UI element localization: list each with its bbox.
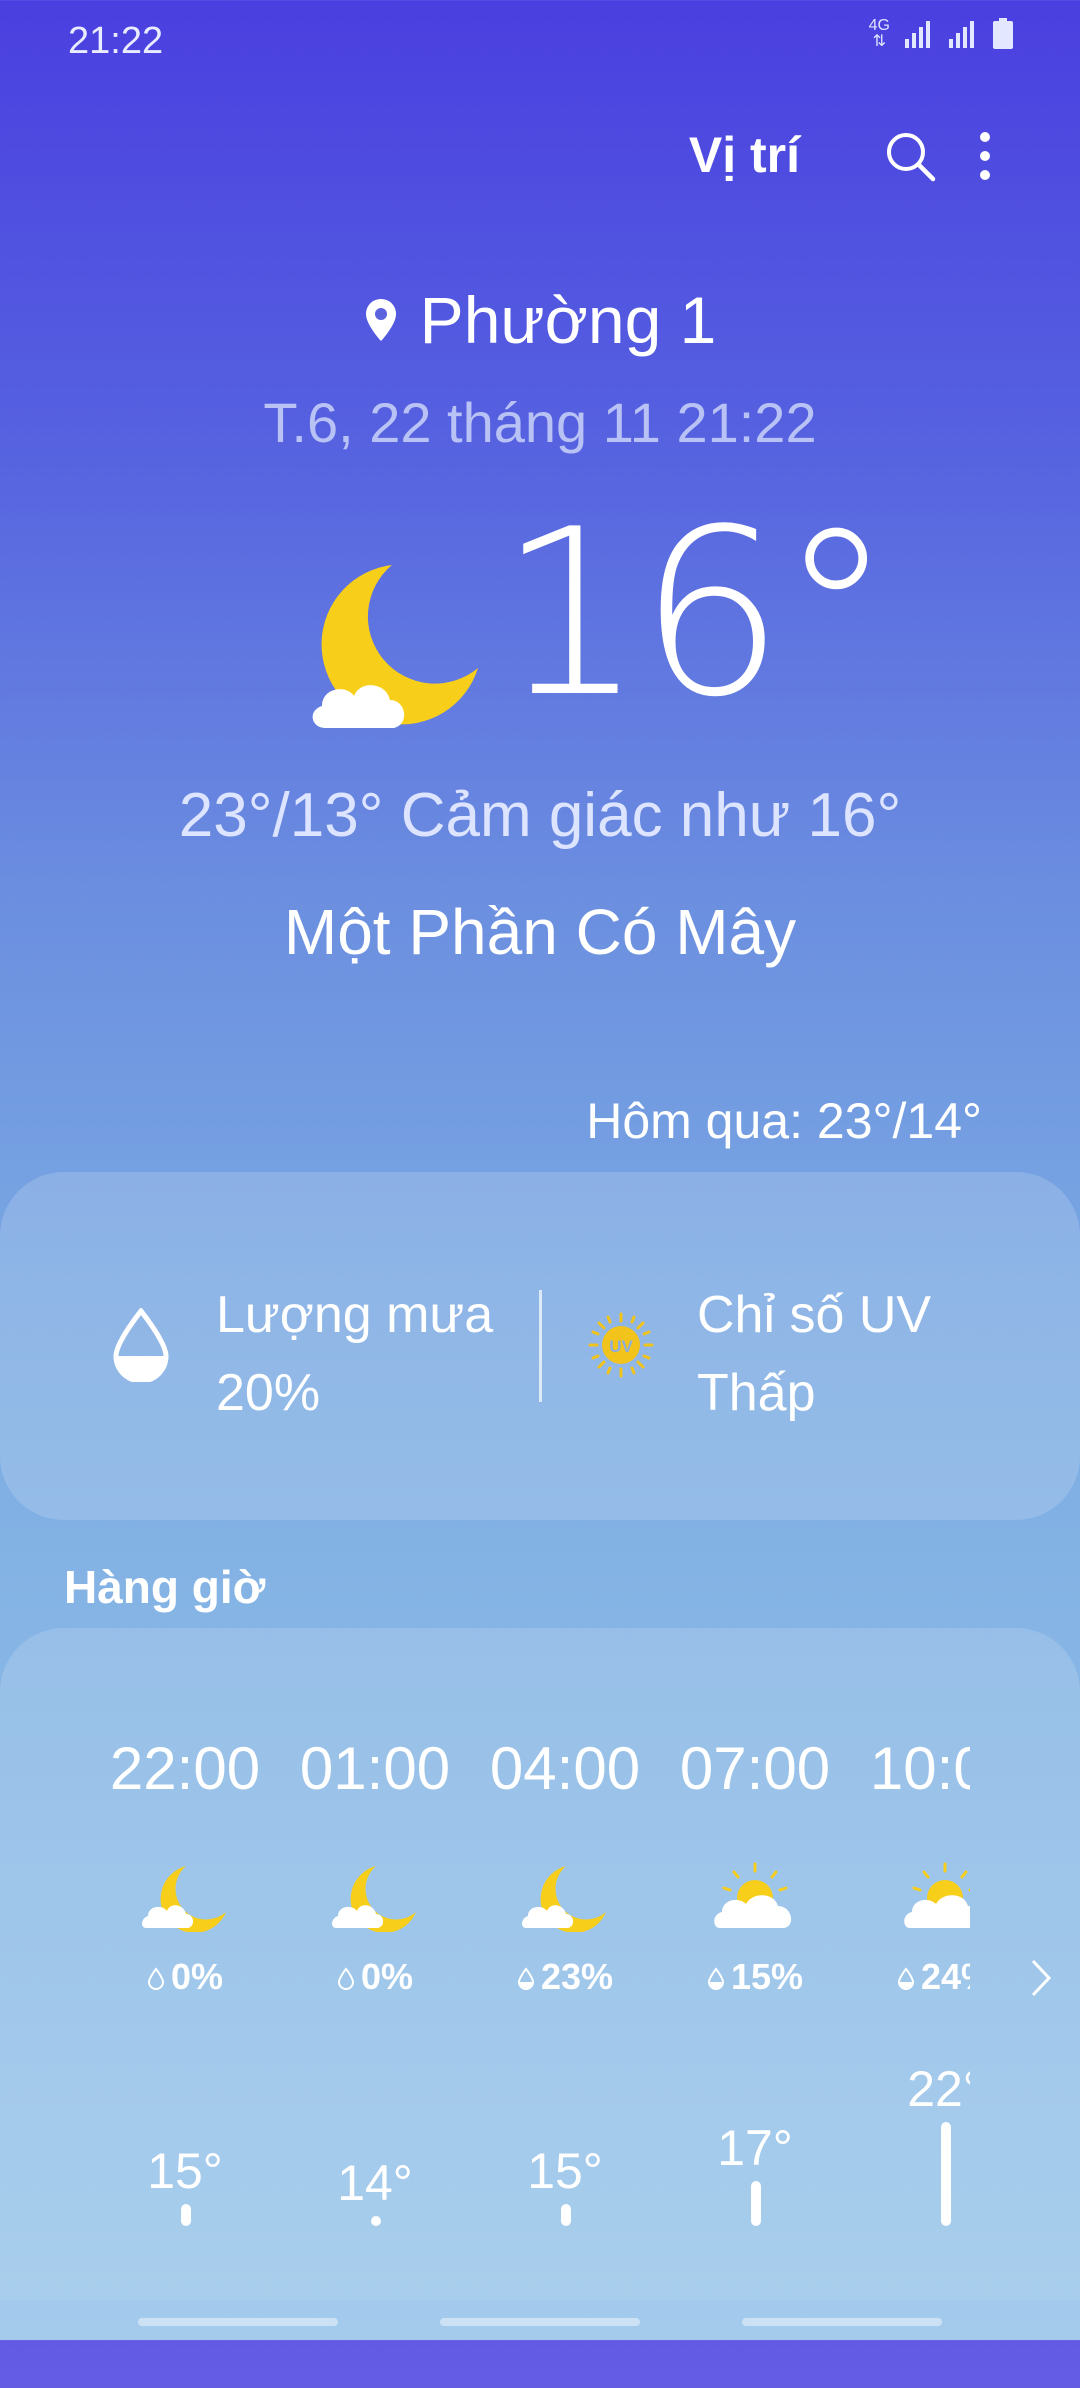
weather-condition: Một Phần Có Mây	[283, 896, 797, 968]
uv-label: Chỉ số UV	[697, 1286, 932, 1344]
temperature-bar	[751, 2180, 761, 2226]
hour-temperature: 22°	[907, 2061, 970, 2117]
raindrop-icon	[113, 1308, 169, 1382]
date-time: T.6, 22 tháng 11 21:22	[263, 391, 817, 454]
hour-item[interactable]: 07:00 15% 17°	[660, 1628, 850, 2340]
temperature-range: 23°/13° Cảm giác như 16°	[178, 781, 902, 850]
uv-icon: UV	[588, 1312, 654, 1378]
signal-icon-2	[949, 21, 974, 48]
hour-item[interactable]: 22:00 0% 15°	[90, 1628, 280, 2340]
hour-temperature: 14°	[337, 2155, 413, 2211]
hour-precipitation-value: 24%	[920, 1956, 970, 1997]
raindrop-icon	[517, 1967, 534, 1990]
place-name: Phường 1	[419, 283, 717, 357]
hour-item[interactable]: 01:00 0% 14°	[280, 1628, 470, 2340]
current-weather: 16°	[300, 481, 894, 750]
temperature-bar	[181, 2204, 191, 2226]
raindrop-icon	[147, 1967, 164, 1990]
uv-info: Chỉ số UV Thấp	[697, 1276, 931, 1432]
hourly-list[interactable]: 22:00 0% 15° 01:00 0% 14° 04:00 23% 15° 07:00 15% 1…	[90, 1628, 970, 2340]
raindrop-icon	[897, 1967, 914, 1990]
search-icon[interactable]	[882, 128, 938, 184]
hour-temperature: 17°	[717, 2119, 793, 2176]
status-time: 21:22	[68, 20, 164, 62]
nav-handle-left[interactable]	[138, 2318, 338, 2326]
hour-precipitation: 24%	[850, 1956, 970, 1998]
current-temperature: 16°	[498, 481, 894, 748]
battery-icon	[993, 18, 1013, 49]
hour-item[interactable]: 10:00 24% 22°	[850, 1628, 970, 2340]
signal-icon	[905, 21, 930, 48]
hour-temperature: 15°	[527, 2143, 603, 2200]
hour-precipitation: 15%	[660, 1956, 850, 1998]
uv-badge-text: UV	[609, 1337, 633, 1356]
temperature-bar	[561, 2204, 571, 2226]
hour-time: 04:00	[489, 1735, 641, 1802]
location-pin-icon	[365, 299, 396, 341]
details-divider	[539, 1290, 542, 1402]
hourly-title: Hàng giờ	[64, 1561, 266, 1613]
sun-cloud-icon	[902, 1862, 970, 1937]
hour-precipitation: 0%	[280, 1956, 470, 1998]
hour-precipitation-value: 15%	[730, 1956, 804, 1997]
hour-time: 22:00	[109, 1735, 261, 1802]
status-icons: 4G ⇅	[869, 18, 1014, 50]
precipitation-value: 20%	[216, 1364, 321, 1422]
precipitation-label: Lượng mưa	[216, 1286, 494, 1344]
hour-item[interactable]: 04:00 23% 15°	[470, 1628, 660, 2340]
moon-cloud-icon	[312, 565, 478, 728]
moon-cloud-icon	[142, 1862, 228, 1937]
hour-precipitation-value: 0%	[360, 1956, 414, 1997]
more-options-icon[interactable]	[960, 128, 1010, 184]
hour-precipitation: 23%	[470, 1956, 660, 1998]
moon-cloud-icon	[522, 1862, 608, 1937]
raindrop-icon	[707, 1967, 724, 1990]
nav-handle-right[interactable]	[742, 2318, 942, 2326]
location-button[interactable]: Vị trí	[689, 126, 800, 184]
hour-precipitation: 0%	[90, 1956, 280, 1998]
hour-time: 01:00	[299, 1735, 451, 1802]
hour-time: 07:00	[679, 1735, 831, 1802]
hour-precipitation-value: 0%	[170, 1956, 224, 1997]
chevron-right-icon[interactable]	[1030, 1958, 1052, 1998]
uv-value: Thấp	[697, 1364, 816, 1422]
network-type-label: 4G	[868, 17, 890, 34]
nav-handle-center[interactable]	[440, 2318, 640, 2326]
hour-temperature: 15°	[147, 2143, 223, 2200]
precipitation-info: Lượng mưa 20%	[216, 1276, 493, 1432]
yesterday-temperature: Hôm qua: 23°/14°	[586, 1093, 982, 1149]
hour-precipitation-value: 23%	[540, 1956, 614, 1997]
network-type-icon: 4G ⇅	[868, 17, 890, 50]
temperature-bar	[371, 2216, 381, 2226]
moon-cloud-icon	[332, 1862, 418, 1937]
raindrop-icon	[337, 1967, 354, 1990]
temperature-bar	[941, 2122, 951, 2226]
sun-cloud-icon	[712, 1862, 798, 1937]
place-row[interactable]: Phường 1	[0, 282, 1080, 358]
hour-time: 10:00	[869, 1735, 970, 1802]
